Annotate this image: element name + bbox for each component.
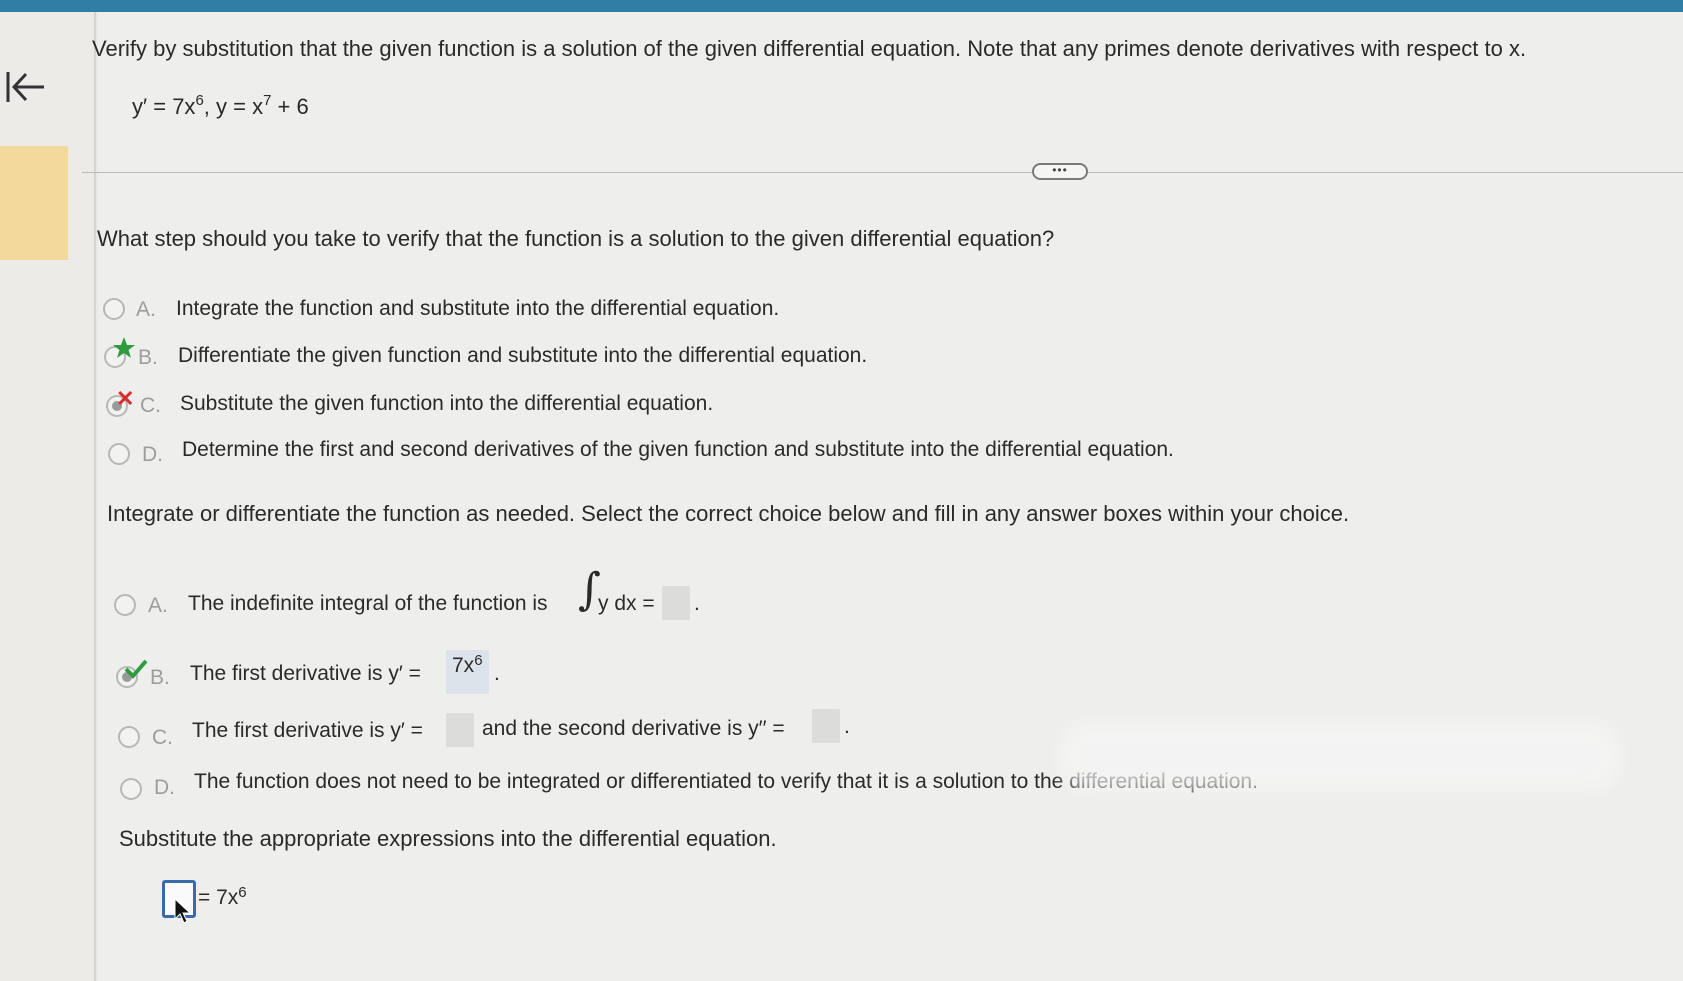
q1-option-a-text[interactable]: Integrate the function and substitute in…: [176, 297, 779, 321]
q1-option-d-radio[interactable]: [108, 443, 130, 465]
substitution-rhs: = 7x6: [198, 884, 247, 909]
q2-option-a-radio[interactable]: [114, 594, 136, 616]
top-accent-bar: [0, 0, 1683, 12]
mouse-pointer-icon: [174, 898, 192, 924]
q2-option-a-text[interactable]: The indefinite integral of the function …: [188, 592, 548, 616]
question-nav-highlight[interactable]: [0, 146, 68, 260]
q1-option-a-radio[interactable]: [103, 298, 125, 320]
q2-option-c-radio[interactable]: [118, 726, 140, 748]
q1-option-a-letter: A.: [136, 298, 156, 321]
q2-option-b-text[interactable]: The first derivative is y′ =: [190, 662, 421, 686]
section-divider: [82, 172, 1683, 173]
given-equation: y′ = 7x6, y = x7 + 6: [132, 92, 309, 119]
left-rail: [0, 12, 96, 981]
screen-glare: [1060, 722, 1620, 792]
problem-prompt: Verify by substitution that the given fu…: [92, 36, 1527, 61]
collapse-left-arrow-icon[interactable]: [4, 68, 46, 108]
q2-option-a-integrand: y dx =: [598, 592, 655, 615]
q2-option-a-letter: A.: [148, 594, 168, 617]
question-3-text: Substitute the appropriate expressions i…: [119, 826, 777, 851]
expand-more-button[interactable]: •••: [1032, 163, 1088, 180]
incorrect-x-icon: ✕: [116, 386, 135, 411]
q2-option-d-letter: D.: [154, 776, 175, 799]
integral-answer-box[interactable]: [662, 586, 690, 620]
q2-option-c-letter: C.: [152, 726, 173, 749]
q1-option-c-text[interactable]: Substitute the given function into the d…: [180, 392, 713, 416]
correct-checkmark-icon: [124, 659, 148, 679]
first-derivative-answer[interactable]: 7x6: [446, 650, 489, 694]
q1-option-b-text[interactable]: Differentiate the given function and sub…: [178, 344, 867, 368]
q2-option-c-middle: and the second derivative is y′′ =: [482, 717, 785, 740]
q2-option-b-period: .: [494, 662, 500, 685]
q1-option-c-letter: C.: [140, 394, 161, 417]
q1-option-d-text[interactable]: Determine the first and second derivativ…: [182, 438, 1174, 462]
q2-option-b-letter: B.: [150, 666, 170, 689]
q2-option-a-period: .: [694, 592, 700, 615]
q1-option-d-letter: D.: [142, 443, 163, 466]
q2-option-c-period: .: [844, 715, 850, 738]
question-2-text: Integrate or differentiate the function …: [107, 501, 1350, 526]
question-1-text: What step should you take to verify that…: [97, 226, 1055, 251]
correct-answer-star-icon: [113, 337, 135, 358]
first-derivative-box[interactable]: [446, 713, 474, 747]
second-derivative-box[interactable]: [812, 709, 840, 743]
q1-option-b-letter: B.: [138, 346, 158, 369]
q2-option-d-radio[interactable]: [120, 778, 142, 800]
q2-option-c-text[interactable]: The first derivative is y′ =: [192, 719, 423, 743]
